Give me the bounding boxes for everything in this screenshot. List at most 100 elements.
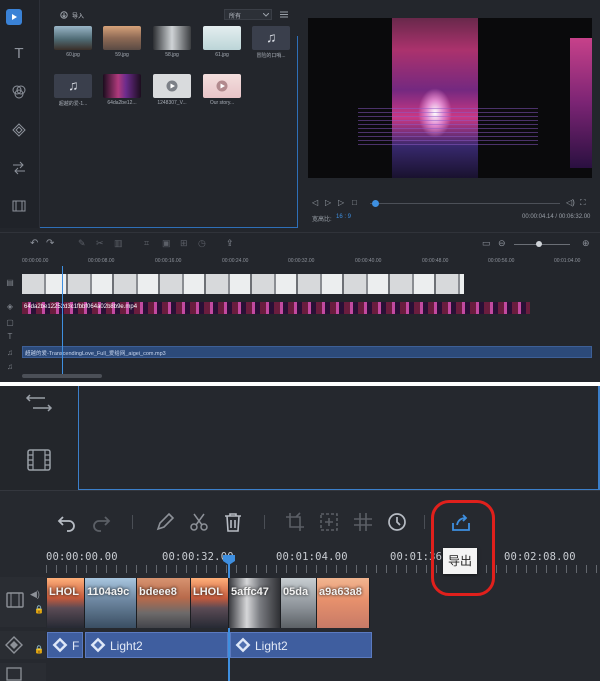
media-thumb[interactable]: ♫ — [252, 26, 290, 50]
video-clip[interactable]: 5affc47 — [229, 578, 281, 628]
next-frame-icon[interactable]: ▷ — [338, 198, 344, 207]
zoom-out-icon[interactable]: ⊖ — [498, 238, 506, 249]
filters-icon[interactable] — [9, 84, 29, 104]
volume-icon[interactable]: ◁) — [566, 198, 575, 207]
export-tooltip: 导出 — [443, 548, 477, 574]
play-icon — [166, 80, 178, 92]
overlays-icon[interactable] — [9, 122, 29, 142]
video-clip[interactable]: a9a63a8 — [317, 578, 370, 628]
video-clip[interactable]: bdeee8 — [137, 578, 191, 628]
progress-handle[interactable] — [372, 200, 379, 207]
video-clip[interactable]: LHOL — [191, 578, 229, 628]
media-thumb-label: 60.jpg — [66, 52, 80, 58]
lock-icon[interactable]: 🔒 — [34, 645, 44, 654]
media-thumb[interactable] — [153, 74, 191, 98]
cut-icon[interactable]: ✂ — [96, 238, 104, 249]
zoom-in-icon[interactable]: ⊕ — [582, 238, 590, 249]
freeze-frame-icon[interactable]: ▣ — [162, 238, 171, 249]
video-track-icon — [6, 592, 24, 608]
cut-icon[interactable] — [188, 511, 210, 533]
redo-icon[interactable] — [90, 511, 112, 533]
music-track-icon: ♫ — [7, 348, 13, 357]
duration-icon[interactable] — [386, 511, 408, 533]
media-library-icon[interactable] — [6, 9, 22, 25]
undo-icon[interactable] — [56, 511, 78, 533]
aspect-ratio-value[interactable]: 16 : 9 — [336, 214, 351, 220]
timeline-ruler[interactable] — [46, 565, 600, 573]
play-icon[interactable]: ▷ — [325, 198, 331, 207]
preview-controls: ◁ ▷ ▷ □ ◁) ⛶ 宽高比: 16 : 9 00:00:04.14 / 0… — [308, 196, 592, 226]
film-elements-icon[interactable] — [9, 198, 29, 218]
aspect-ratio-label: 宽高比: — [312, 217, 332, 223]
top-playhead[interactable] — [62, 266, 63, 376]
effect-clip[interactable]: Light2 — [230, 632, 372, 658]
ruler-tick: 00:01:04.00 — [276, 551, 348, 563]
zoom-handle[interactable] — [536, 241, 542, 247]
transitions-icon[interactable] — [9, 160, 29, 180]
zoomed-media-panel — [78, 386, 600, 490]
media-thumb[interactable] — [203, 74, 241, 98]
preview-progress[interactable] — [370, 203, 560, 204]
top-audio-clip[interactable]: 超越的爱-TranscendingLove_Full_爱给网_aigei_com… — [22, 346, 592, 358]
overlay-track-header: 🔒 — [0, 631, 46, 659]
export-icon[interactable]: ⇪ — [226, 238, 234, 249]
transitions-icon[interactable] — [24, 392, 54, 416]
top-overlay-clip[interactable]: 64da2be12252d3c1fbbf064a02b8b9e.mp4 — [22, 302, 530, 314]
volume-icon[interactable]: ◀) — [30, 589, 40, 600]
edit-icon[interactable]: ✎ — [78, 238, 86, 249]
text-icon[interactable]: T — [9, 44, 29, 64]
lock-icon[interactable]: 🔒 — [34, 605, 44, 614]
crop-icon[interactable]: ⌗ — [144, 238, 149, 249]
media-thumb[interactable] — [153, 26, 191, 50]
media-thumb-label: 61.jpg — [215, 52, 229, 58]
prev-frame-icon[interactable]: ◁ — [312, 198, 318, 207]
editor-window: T 导入 所有 60.jpg 59.jpg 58.jpg 61.jpg ♫ 冒险… — [0, 0, 600, 382]
effect-clip[interactable]: F — [47, 632, 83, 658]
video-clip[interactable]: LHOL — [47, 578, 85, 628]
media-thumb[interactable] — [103, 26, 141, 50]
ruler-tick: 00:00:32.00 — [162, 551, 234, 563]
video-preview — [308, 18, 592, 178]
zoomed-sidebar-area — [0, 386, 600, 490]
media-thumb[interactable] — [103, 74, 141, 98]
top-timeline-ruler: 00:00:00.00 00:00:08.00 00:00:16.00 00:0… — [22, 258, 581, 264]
list-view-icon[interactable] — [280, 11, 288, 18]
media-thumb[interactable] — [54, 26, 92, 50]
zoom-slider[interactable] — [514, 244, 570, 245]
redo-icon[interactable]: ↷ — [46, 238, 54, 249]
edit-icon[interactable] — [154, 511, 176, 533]
media-thumb[interactable] — [203, 26, 241, 50]
top-timeline-scrollbar[interactable] — [22, 374, 102, 378]
effect-clip[interactable]: Light2 — [85, 632, 228, 658]
left-sidebar: T — [0, 0, 40, 228]
music-note-icon: ♫ — [266, 29, 277, 45]
video-clip[interactable]: 05da — [281, 578, 317, 628]
media-filter-select[interactable]: 所有 — [224, 9, 272, 20]
undo-icon[interactable]: ↶ — [30, 238, 38, 249]
video-clip[interactable]: 1104a9c — [85, 578, 137, 628]
media-thumb-label: Our story... — [209, 100, 235, 106]
freeze-frame-icon[interactable] — [318, 511, 340, 533]
fullscreen-icon[interactable]: ⛶ — [580, 198, 586, 208]
film-elements-icon[interactable] — [26, 448, 52, 472]
music-note-icon: ♫ — [68, 77, 79, 93]
text-track-icon: T — [7, 332, 13, 341]
crop-icon[interactable] — [284, 511, 306, 533]
delete-icon[interactable] — [222, 511, 244, 533]
mosaic-icon[interactable]: ⊞ — [180, 238, 188, 249]
import-icon[interactable] — [60, 11, 68, 19]
voice-track-icon: ♫ — [7, 362, 13, 371]
video-track-icon: ▤ — [6, 278, 14, 287]
duration-icon[interactable]: ◷ — [198, 238, 206, 249]
time-display: 00:00:04.14 / 00:06:32.00 — [522, 214, 591, 220]
fit-icon[interactable]: ▭ — [482, 238, 491, 249]
import-label[interactable]: 导入 — [72, 11, 84, 20]
play-icon — [216, 80, 228, 92]
media-thumb-label: 冒险的口哨... — [256, 53, 286, 59]
stop-icon[interactable]: □ — [352, 198, 357, 207]
top-video-clip[interactable] — [22, 274, 464, 294]
pip-track-icon: ▢ — [6, 318, 14, 327]
media-thumb[interactable]: ♫ — [54, 74, 92, 98]
delete-icon[interactable]: ▥ — [114, 238, 123, 249]
mosaic-icon[interactable] — [352, 511, 374, 533]
